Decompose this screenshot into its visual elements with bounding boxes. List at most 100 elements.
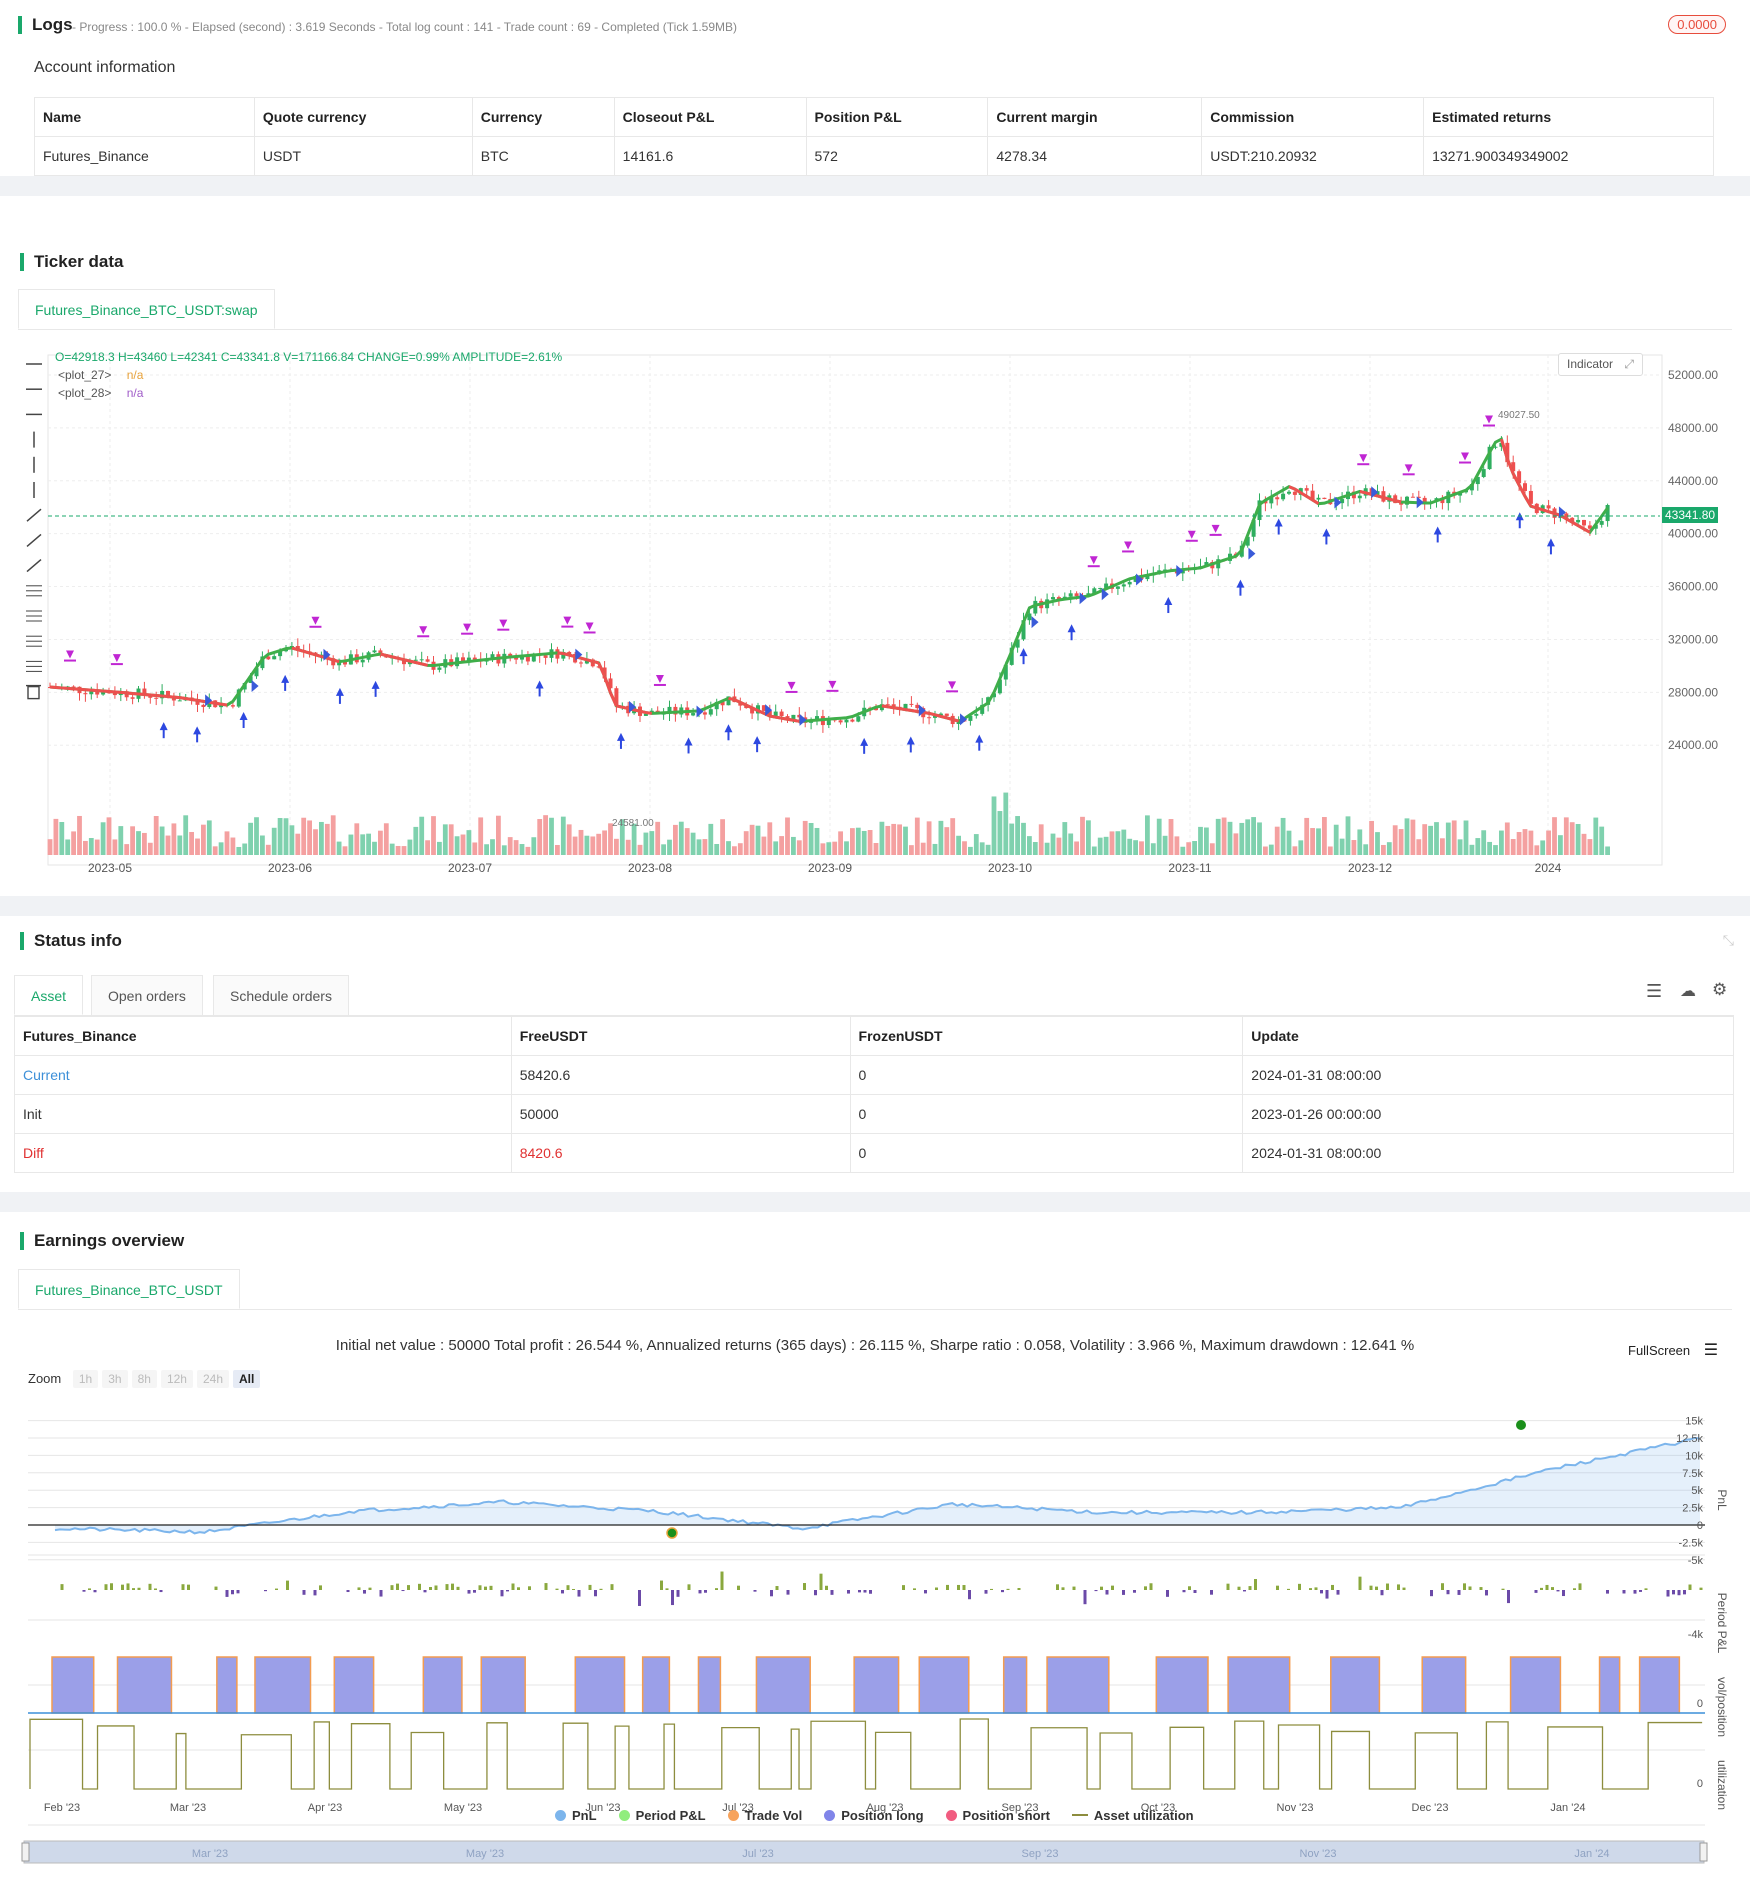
price-tick-label: 36000.00 [1668, 580, 1718, 594]
legend-label: Trade Vol [744, 1808, 803, 1823]
ohlc-readout: O=42918.3 H=43460 L=42341 C=43341.8 V=17… [55, 350, 563, 364]
pnl-tick-label: 0 [1697, 1520, 1703, 1532]
price-tick-label: 40000.00 [1668, 527, 1718, 541]
date-tick-label: 2023-07 [448, 861, 492, 875]
earnings-date-tick: Mar '23 [170, 1802, 206, 1814]
asset-col-header: FrozenUSDT [849, 1016, 1244, 1056]
indicator-button[interactable]: Indicator ⤢ [1558, 353, 1643, 376]
zero-tick-label: 0 [1697, 1778, 1703, 1790]
close-panel-icon[interactable]: ⤡ [1723, 932, 1734, 949]
logs-badge: 0.0000 [1668, 15, 1726, 34]
zoom-8h-button[interactable]: 8h [131, 1370, 157, 1388]
account-cell: BTC [471, 136, 615, 176]
menu-icon[interactable]: ☰ [1704, 1342, 1718, 1359]
account-col-header: Current margin [987, 97, 1203, 137]
zoom-All-button[interactable]: All [233, 1370, 261, 1388]
navigator-tick: Jan '24 [1574, 1848, 1609, 1860]
account-table: Name Quote currency Currency Closeout P&L Po… [34, 97, 1714, 176]
asset-cell: 50000 [510, 1094, 851, 1134]
date-tick-label: 2023-06 [268, 861, 312, 875]
tab-asset[interactable]: Asset [14, 975, 84, 1015]
fib-retracement-icon[interactable] [26, 635, 42, 647]
zoom-3h-button[interactable]: 3h [102, 1370, 128, 1388]
account-col-header: Estimated returns [1423, 97, 1714, 137]
legend-marker-icon [555, 1810, 566, 1821]
logs-panel: Logs - Progress : 100.0 % - Elapsed (sec… [0, 0, 1750, 176]
logs-title: Logs [18, 16, 73, 34]
low-marker: 24581.00 [612, 818, 654, 829]
cloud-download-icon[interactable]: ☁ [1680, 981, 1696, 1001]
legend-marker-icon [824, 1810, 836, 1821]
navigator-tick: Sep '23 [1022, 1848, 1059, 1860]
list-icon[interactable]: ☰ [1646, 981, 1662, 1002]
price-tick-label: 48000.00 [1668, 421, 1718, 435]
price-label-icon[interactable] [26, 585, 42, 597]
ray-line-icon[interactable] [26, 533, 42, 547]
account-cell: Futures_Binance [34, 136, 255, 176]
settings-gear-icon[interactable]: ⚙ [1712, 980, 1727, 1000]
trash-icon[interactable] [26, 684, 41, 700]
asset-cell: Init [14, 1094, 512, 1134]
date-tick-label: 2023-05 [88, 861, 132, 875]
zoom-1h-button[interactable]: 1h [72, 1370, 99, 1388]
account-cell: 4278.34 [987, 136, 1203, 176]
date-tick-label: 2023-12 [1348, 861, 1392, 875]
legend-item[interactable]: Position long [824, 1808, 924, 1823]
price-tick-label: 28000.00 [1668, 685, 1718, 699]
asset-cell: 0 [849, 1094, 1244, 1134]
axis-title: Period P&L [1715, 1593, 1729, 1654]
date-tick-label: 2023-11 [1168, 861, 1211, 875]
asset-cell[interactable]: Current [14, 1055, 512, 1095]
legend-item[interactable]: Period P&L [618, 1808, 706, 1823]
pnl-tick-label: 7.5k [1682, 1468, 1703, 1480]
account-col-header: Commission [1201, 97, 1425, 137]
tab-earnings-symbol[interactable]: Futures_Binance_BTC_USDT [18, 1269, 240, 1309]
account-cell: USDT:210.20932 [1201, 136, 1425, 176]
pnl-tick-label: -2.5k [1679, 1537, 1704, 1549]
pnl-tick-label: -5k [1688, 1555, 1704, 1567]
axis-title: utilization [1715, 1760, 1729, 1810]
tab-open-orders[interactable]: Open orders [91, 975, 203, 1015]
table-row: Diff 8420.6 0 2024-01-31 08:00:00 [14, 1133, 1734, 1173]
segment-icon[interactable] [26, 559, 42, 573]
account-col-header: Position P&L [805, 97, 989, 137]
tab-schedule-orders[interactable]: Schedule orders [213, 975, 349, 1015]
navigator-left-handle[interactable] [21, 1842, 30, 1862]
legend-item[interactable]: PnL [555, 1808, 597, 1823]
tab-ticker-symbol[interactable]: Futures_Binance_BTC_USDT:swap [18, 289, 275, 329]
date-tick-label: 2023-08 [628, 861, 672, 875]
account-col-header: Closeout P&L [613, 97, 807, 137]
max-point-marker [1516, 1420, 1526, 1430]
logs-summary: - Progress : 100.0 % - Elapsed (second) … [72, 20, 738, 34]
navigator-right-handle[interactable] [1699, 1842, 1708, 1862]
earnings-tab-line [18, 1309, 1732, 1310]
fullscreen-button[interactable]: FullScreen ☰ [1628, 1340, 1718, 1360]
navigator-range[interactable] [23, 1840, 1705, 1864]
price-tick-label: 52000.00 [1668, 368, 1718, 382]
fib-levels-icon[interactable] [26, 660, 42, 672]
asset-col-header: Update [1242, 1016, 1734, 1056]
earnings-summary: Initial net value : 50000 Total profit :… [335, 1337, 1415, 1354]
legend-item[interactable]: Trade Vol [727, 1808, 803, 1823]
parallel-channel-icon[interactable] [26, 610, 42, 622]
account-col-header: Quote currency [253, 97, 473, 137]
zoom-12h-button[interactable]: 12h [160, 1370, 193, 1388]
asset-col-header: Futures_Binance [14, 1016, 512, 1056]
pnl-tick-label: 10k [1685, 1450, 1703, 1462]
plot27-legend: <plot_27> n/a [58, 368, 144, 382]
candlestick-chart[interactable]: 52000.00 48000.00 44000.00 40000.00 36000.00… [0, 330, 1750, 895]
expand-icon[interactable]: ⤢ [1624, 357, 1634, 371]
zoom-24h-button[interactable]: 24h [196, 1370, 229, 1388]
legend-item[interactable]: Asset utilization [1071, 1808, 1194, 1823]
date-tick-label: 2023-10 [988, 861, 1032, 875]
asset-cell: 2024-01-31 08:00:00 [1242, 1055, 1734, 1095]
trend-line-icon[interactable] [26, 508, 42, 522]
last-price-tag: 43341.80 [1662, 507, 1719, 523]
asset-cell: 8420.6 [510, 1133, 851, 1173]
legend-label: Position short [962, 1808, 1050, 1823]
earnings-date-tick: Dec '23 [1412, 1802, 1449, 1814]
price-tick-label: 44000.00 [1668, 474, 1718, 488]
legend-item[interactable]: Position short [945, 1808, 1050, 1823]
earnings-chart[interactable]: 15k 12.5k 10k 7.5k 5k 2.5k 0 -2.5k -5k PnL Period … [0, 1395, 1750, 1875]
account-cell: 14161.6 [613, 136, 807, 176]
